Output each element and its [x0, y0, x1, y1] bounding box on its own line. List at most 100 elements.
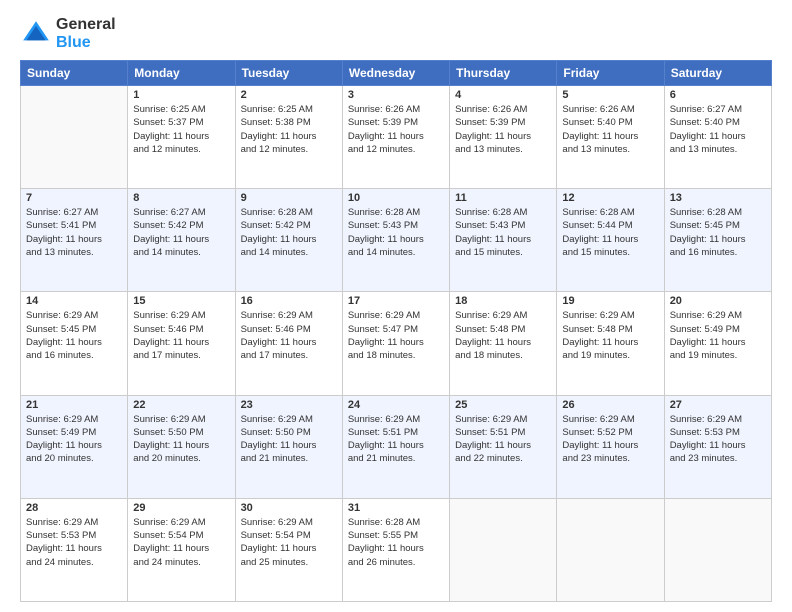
- page: General Blue SundayMondayTuesdayWednesda…: [0, 0, 792, 612]
- day-info: Sunrise: 6:27 AM Sunset: 5:42 PM Dayligh…: [133, 206, 229, 259]
- day-cell: [557, 498, 664, 601]
- day-cell: [21, 86, 128, 189]
- day-info: Sunrise: 6:25 AM Sunset: 5:38 PM Dayligh…: [241, 103, 337, 156]
- week-row-2: 7Sunrise: 6:27 AM Sunset: 5:41 PM Daylig…: [21, 189, 772, 292]
- day-cell: 27 Sunrise: 6:29 AM Sunset: 5:53 PM Dayli…: [664, 395, 771, 498]
- calendar-header-row: SundayMondayTuesdayWednesdayThursdayFrid…: [21, 61, 772, 86]
- day-info: Sunrise: 6:28 AM Sunset: 5:44 PM Dayligh…: [562, 206, 658, 259]
- logo-text: General Blue: [56, 16, 116, 52]
- day-cell: 1 Sunrise: 6:25 AM Sunset: 5:37 PM Daylig…: [128, 86, 235, 189]
- day-info: Sunrise: 6:28 AM Sunset: 5:42 PM Dayligh…: [241, 206, 337, 259]
- day-info: Sunrise: 6:26 AM Sunset: 5:39 PM Dayligh…: [455, 103, 551, 156]
- day-number: 20: [670, 295, 766, 307]
- day-cell: 22 Sunrise: 6:29 AM Sunset: 5:50 PM Dayli…: [128, 395, 235, 498]
- day-cell: 14 Sunrise: 6:29 AM Sunset: 5:45 PM Dayli…: [21, 292, 128, 395]
- day-number: 31: [348, 502, 444, 514]
- day-cell: 2 Sunrise: 6:25 AM Sunset: 5:38 PM Daylig…: [235, 86, 342, 189]
- day-cell: 29 Sunrise: 6:29 AM Sunset: 5:54 PM Dayli…: [128, 498, 235, 601]
- day-info: Sunrise: 6:29 AM Sunset: 5:50 PM Dayligh…: [241, 413, 337, 466]
- day-cell: 12 Sunrise: 6:28 AM Sunset: 5:44 PM Dayli…: [557, 189, 664, 292]
- day-number: 3: [348, 89, 444, 101]
- week-row-1: 1 Sunrise: 6:25 AM Sunset: 5:37 PM Daylig…: [21, 86, 772, 189]
- day-number: 24: [348, 399, 444, 411]
- day-info: Sunrise: 6:28 AM Sunset: 5:55 PM Dayligh…: [348, 516, 444, 569]
- col-header-thursday: Thursday: [450, 61, 557, 86]
- day-cell: 3 Sunrise: 6:26 AM Sunset: 5:39 PM Daylig…: [342, 86, 449, 189]
- day-cell: 8 Sunrise: 6:27 AM Sunset: 5:42 PM Daylig…: [128, 189, 235, 292]
- day-info: Sunrise: 6:29 AM Sunset: 5:50 PM Dayligh…: [133, 413, 229, 466]
- day-cell: 30 Sunrise: 6:29 AM Sunset: 5:54 PM Dayli…: [235, 498, 342, 601]
- day-number: 6: [670, 89, 766, 101]
- day-info: Sunrise: 6:26 AM Sunset: 5:39 PM Dayligh…: [348, 103, 444, 156]
- day-info: Sunrise: 6:29 AM Sunset: 5:48 PM Dayligh…: [562, 309, 658, 362]
- day-cell: 4 Sunrise: 6:26 AM Sunset: 5:39 PM Daylig…: [450, 86, 557, 189]
- day-number: 13: [670, 192, 766, 204]
- day-number: 26: [562, 399, 658, 411]
- header: General Blue: [20, 16, 772, 52]
- day-cell: 21Sunrise: 6:29 AM Sunset: 5:49 PM Dayli…: [21, 395, 128, 498]
- day-cell: 18Sunrise: 6:29 AM Sunset: 5:48 PM Dayli…: [450, 292, 557, 395]
- day-cell: 19 Sunrise: 6:29 AM Sunset: 5:48 PM Dayli…: [557, 292, 664, 395]
- day-number: 2: [241, 89, 337, 101]
- day-cell: 15Sunrise: 6:29 AM Sunset: 5:46 PM Dayli…: [128, 292, 235, 395]
- day-cell: 28Sunrise: 6:29 AM Sunset: 5:53 PM Dayli…: [21, 498, 128, 601]
- col-header-monday: Monday: [128, 61, 235, 86]
- day-number: 30: [241, 502, 337, 514]
- day-number: 25: [455, 399, 551, 411]
- day-cell: 13 Sunrise: 6:28 AM Sunset: 5:45 PM Dayli…: [664, 189, 771, 292]
- day-info: Sunrise: 6:29 AM Sunset: 5:45 PM Dayligh…: [26, 309, 122, 362]
- calendar-table: SundayMondayTuesdayWednesdayThursdayFrid…: [20, 60, 772, 602]
- col-header-saturday: Saturday: [664, 61, 771, 86]
- col-header-friday: Friday: [557, 61, 664, 86]
- day-number: 5: [562, 89, 658, 101]
- day-info: Sunrise: 6:29 AM Sunset: 5:53 PM Dayligh…: [26, 516, 122, 569]
- day-cell: 23 Sunrise: 6:29 AM Sunset: 5:50 PM Dayli…: [235, 395, 342, 498]
- day-cell: 5 Sunrise: 6:26 AM Sunset: 5:40 PM Daylig…: [557, 86, 664, 189]
- day-info: Sunrise: 6:28 AM Sunset: 5:45 PM Dayligh…: [670, 206, 766, 259]
- day-cell: 7Sunrise: 6:27 AM Sunset: 5:41 PM Daylig…: [21, 189, 128, 292]
- day-cell: 10 Sunrise: 6:28 AM Sunset: 5:43 PM Dayli…: [342, 189, 449, 292]
- day-info: Sunrise: 6:25 AM Sunset: 5:37 PM Dayligh…: [133, 103, 229, 156]
- day-cell: 25 Sunrise: 6:29 AM Sunset: 5:51 PM Dayli…: [450, 395, 557, 498]
- day-info: Sunrise: 6:29 AM Sunset: 5:54 PM Dayligh…: [241, 516, 337, 569]
- day-cell: 24 Sunrise: 6:29 AM Sunset: 5:51 PM Dayli…: [342, 395, 449, 498]
- day-info: Sunrise: 6:29 AM Sunset: 5:54 PM Dayligh…: [133, 516, 229, 569]
- day-number: 22: [133, 399, 229, 411]
- day-number: 16: [241, 295, 337, 307]
- day-number: 27: [670, 399, 766, 411]
- col-header-tuesday: Tuesday: [235, 61, 342, 86]
- day-number: 10: [348, 192, 444, 204]
- day-info: Sunrise: 6:27 AM Sunset: 5:41 PM Dayligh…: [26, 206, 122, 259]
- week-row-5: 28Sunrise: 6:29 AM Sunset: 5:53 PM Dayli…: [21, 498, 772, 601]
- day-cell: 11 Sunrise: 6:28 AM Sunset: 5:43 PM Dayli…: [450, 189, 557, 292]
- day-cell: 6 Sunrise: 6:27 AM Sunset: 5:40 PM Daylig…: [664, 86, 771, 189]
- day-info: Sunrise: 6:28 AM Sunset: 5:43 PM Dayligh…: [455, 206, 551, 259]
- day-number: 29: [133, 502, 229, 514]
- day-info: Sunrise: 6:28 AM Sunset: 5:43 PM Dayligh…: [348, 206, 444, 259]
- logo: General Blue: [20, 16, 116, 52]
- day-info: Sunrise: 6:26 AM Sunset: 5:40 PM Dayligh…: [562, 103, 658, 156]
- day-info: Sunrise: 6:29 AM Sunset: 5:49 PM Dayligh…: [670, 309, 766, 362]
- day-number: 11: [455, 192, 551, 204]
- day-number: 12: [562, 192, 658, 204]
- day-info: Sunrise: 6:27 AM Sunset: 5:40 PM Dayligh…: [670, 103, 766, 156]
- day-info: Sunrise: 6:29 AM Sunset: 5:46 PM Dayligh…: [133, 309, 229, 362]
- day-number: 8: [133, 192, 229, 204]
- day-number: 23: [241, 399, 337, 411]
- day-cell: 20 Sunrise: 6:29 AM Sunset: 5:49 PM Dayli…: [664, 292, 771, 395]
- day-cell: 26Sunrise: 6:29 AM Sunset: 5:52 PM Dayli…: [557, 395, 664, 498]
- day-number: 14: [26, 295, 122, 307]
- day-info: Sunrise: 6:29 AM Sunset: 5:48 PM Dayligh…: [455, 309, 551, 362]
- day-info: Sunrise: 6:29 AM Sunset: 5:53 PM Dayligh…: [670, 413, 766, 466]
- week-row-3: 14 Sunrise: 6:29 AM Sunset: 5:45 PM Dayli…: [21, 292, 772, 395]
- day-info: Sunrise: 6:29 AM Sunset: 5:51 PM Dayligh…: [348, 413, 444, 466]
- day-cell: 31 Sunrise: 6:28 AM Sunset: 5:55 PM Dayli…: [342, 498, 449, 601]
- day-number: 1: [133, 89, 229, 101]
- week-row-4: 21Sunrise: 6:29 AM Sunset: 5:49 PM Dayli…: [21, 395, 772, 498]
- day-info: Sunrise: 6:29 AM Sunset: 5:51 PM Dayligh…: [455, 413, 551, 466]
- day-number: 17: [348, 295, 444, 307]
- day-number: 19: [562, 295, 658, 307]
- day-info: Sunrise: 6:29 AM Sunset: 5:46 PM Dayligh…: [241, 309, 337, 362]
- day-number: 4: [455, 89, 551, 101]
- day-number: 9: [241, 192, 337, 204]
